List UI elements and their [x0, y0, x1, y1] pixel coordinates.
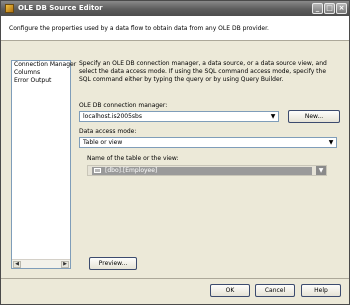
data-access-mode-value: Table or view	[83, 139, 123, 146]
connection-manager-combo[interactable]: localhost.is2005sbs ▼	[79, 111, 279, 122]
chevron-down-icon[interactable]: ▼	[268, 112, 278, 121]
table-selection-area: Name of the table or the view: [dbo].[Em…	[79, 153, 337, 249]
connection-manager-value: localhost.is2005sbs	[83, 113, 142, 120]
cancel-button[interactable]: Cancel	[255, 284, 295, 297]
data-access-mode-combo[interactable]: Table or view ▼	[79, 137, 337, 148]
footer-divider	[1, 278, 349, 279]
panel-description: Specify an OLE DB connection manager, a …	[79, 60, 327, 83]
header-description: Configure the properties used by a data …	[9, 25, 269, 32]
title-bar[interactable]: OLE DB Source Editor _ □ ×	[1, 1, 349, 16]
preview-button[interactable]: Preview...	[89, 257, 137, 270]
table-name-value: [dbo].[Employee]	[105, 167, 158, 174]
nav-item-connection-manager[interactable]: Connection Manager	[12, 61, 76, 69]
data-access-mode-label: Data access mode:	[79, 128, 137, 135]
cancel-button-label: Cancel	[264, 287, 286, 294]
scroll-right-icon[interactable]: ▶	[61, 261, 69, 268]
ole-db-source-editor-window: OLE DB Source Editor _ □ × Configure the…	[0, 0, 350, 305]
chevron-down-icon[interactable]: ▼	[326, 138, 336, 147]
connection-manager-panel: Specify an OLE DB connection manager, a …	[75, 60, 341, 270]
scroll-left-icon[interactable]: ◀	[13, 261, 21, 268]
close-button[interactable]: ×	[336, 3, 347, 14]
nav-item-error-output[interactable]: Error Output	[12, 77, 70, 85]
help-button-label: Help	[314, 287, 328, 294]
selected-table-chip: [dbo].[Employee]	[92, 167, 312, 175]
new-connection-button-label: New...	[304, 113, 324, 120]
table-icon	[94, 168, 101, 173]
minimize-button[interactable]: _	[312, 3, 323, 14]
ok-button-label: OK	[225, 287, 235, 294]
page-navigation-list: Connection Manager Columns Error Output …	[11, 60, 76, 269]
window-title: OLE DB Source Editor	[18, 4, 103, 12]
nav-horizontal-scrollbar[interactable]: ◀ ▶	[12, 259, 70, 268]
new-connection-button[interactable]: New...	[288, 110, 340, 123]
table-name-combo[interactable]: [dbo].[Employee] ▼	[87, 165, 327, 176]
chevron-down-icon[interactable]: ▼	[316, 166, 326, 175]
ok-button[interactable]: OK	[210, 284, 250, 297]
preview-button-label: Preview...	[98, 260, 128, 267]
help-button[interactable]: Help	[301, 284, 341, 297]
ssis-component-icon	[5, 4, 14, 13]
table-name-label: Name of the table or the view:	[87, 155, 179, 162]
header-band: Configure the properties used by a data …	[1, 16, 349, 41]
connection-manager-label: OLE DB connection manager:	[79, 102, 168, 109]
nav-item-columns[interactable]: Columns	[12, 69, 70, 77]
maximize-button[interactable]: □	[324, 3, 335, 14]
